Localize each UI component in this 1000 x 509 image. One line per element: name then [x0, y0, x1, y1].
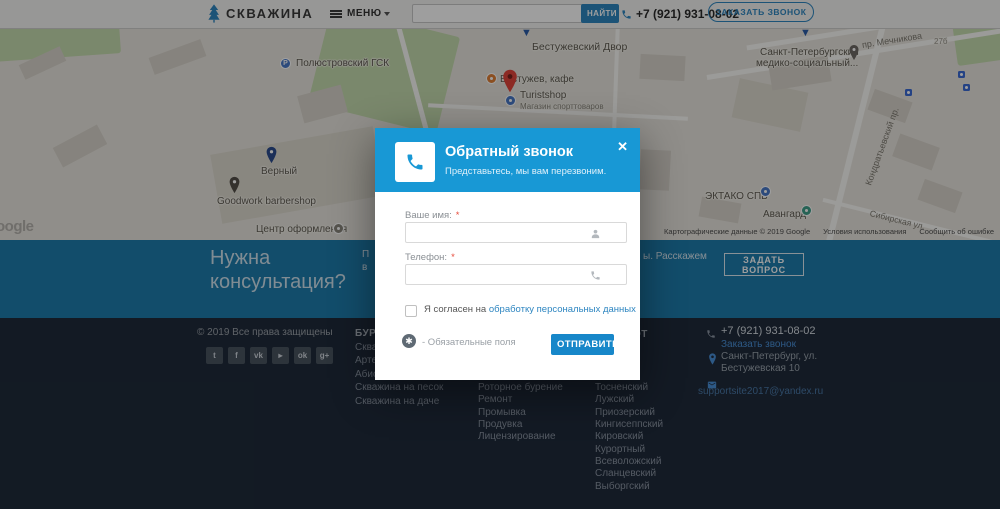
modal-subtitle: Представьтесь, мы вам перезвоним.	[445, 166, 606, 177]
submit-button[interactable]: ОТПРАВИТЬ	[551, 334, 614, 355]
page: СКВАЖИНА МЕНЮ НАЙТИ +7 (921) 931-08-02 З…	[0, 0, 1000, 509]
consent-label: Я согласен на обработку персональных дан…	[424, 304, 636, 315]
modal-header: Обратный звонок Представьтесь, мы вам пе…	[375, 128, 640, 192]
personal-data-link[interactable]: обработку персональных данных	[489, 304, 636, 315]
required-asterisk-icon: ✱	[402, 334, 416, 348]
callback-modal: Обратный звонок Представьтесь, мы вам пе…	[375, 128, 640, 380]
close-icon[interactable]: ✕	[617, 139, 628, 155]
consent-checkbox[interactable]	[405, 305, 417, 317]
person-icon	[590, 226, 601, 244]
phone-icon	[590, 268, 601, 286]
phone-icon	[395, 142, 435, 182]
phone-field-label: Телефон:*	[405, 252, 455, 263]
modal-title: Обратный звонок	[445, 144, 573, 160]
name-field-label: Ваше имя:*	[405, 210, 460, 221]
required-fields-note: - Обязательные поля	[422, 337, 516, 348]
